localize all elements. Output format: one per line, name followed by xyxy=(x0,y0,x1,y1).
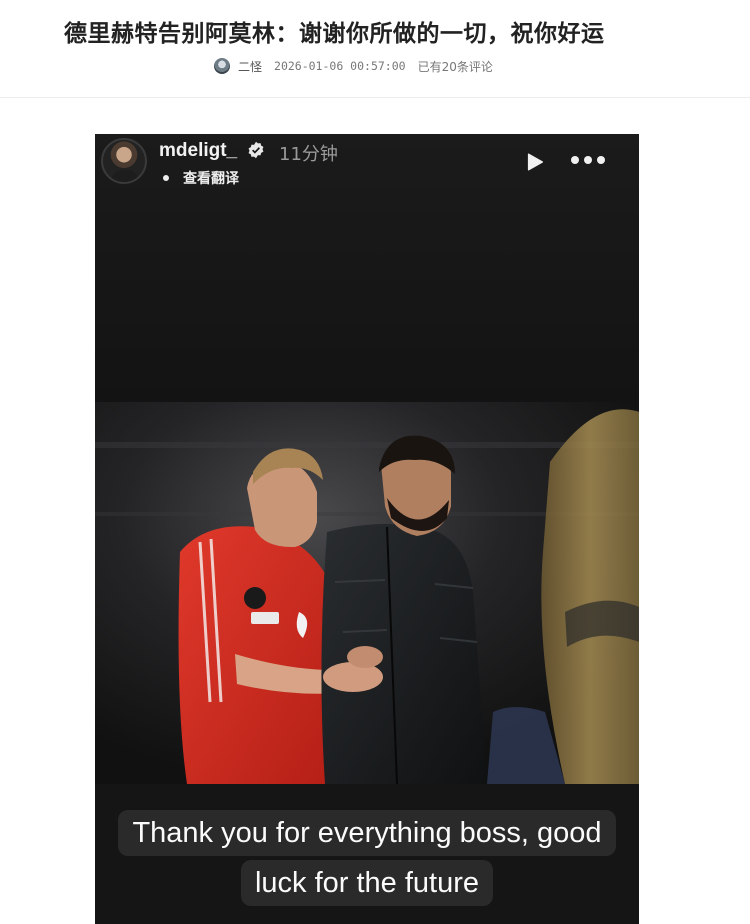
article-title: 德里赫特告别阿莫林：谢谢你所做的一切，祝你好运 xyxy=(64,20,605,47)
bullet-icon xyxy=(163,175,169,181)
story-caption: Thank you for everything boss, good luck… xyxy=(95,810,639,906)
play-icon xyxy=(527,153,544,171)
caption-line-1: Thank you for everything boss, good xyxy=(118,810,616,856)
verified-icon xyxy=(248,141,264,159)
more-options-icon xyxy=(571,153,605,167)
instagram-story-screenshot: mdeligt_ 11分钟 查看翻译 Thank you for everyth… xyxy=(95,134,639,924)
story-username: mdeligt_ xyxy=(159,140,238,161)
author-avatar-icon[interactable] xyxy=(214,58,230,74)
story-dark-area: mdeligt_ 11分钟 查看翻译 xyxy=(95,134,639,402)
caption-line-2: luck for the future xyxy=(240,860,494,906)
story-time-ago: 11分钟 xyxy=(279,144,338,165)
author-name[interactable]: 二怪 xyxy=(238,58,262,75)
article-meta: 二怪 2026-01-06 00:57:00 已有20条评论 xyxy=(214,58,493,74)
comment-count[interactable]: 已有20条评论 xyxy=(418,58,493,75)
story-photo xyxy=(95,402,639,784)
publish-datetime: 2026-01-06 00:57:00 xyxy=(274,59,406,73)
article-header: 德里赫特告别阿莫林：谢谢你所做的一切，祝你好运 二怪 2026-01-06 00… xyxy=(0,0,750,98)
profile-avatar xyxy=(101,138,147,184)
translate-link: 查看翻译 xyxy=(163,168,239,188)
translate-label: 查看翻译 xyxy=(183,171,239,187)
